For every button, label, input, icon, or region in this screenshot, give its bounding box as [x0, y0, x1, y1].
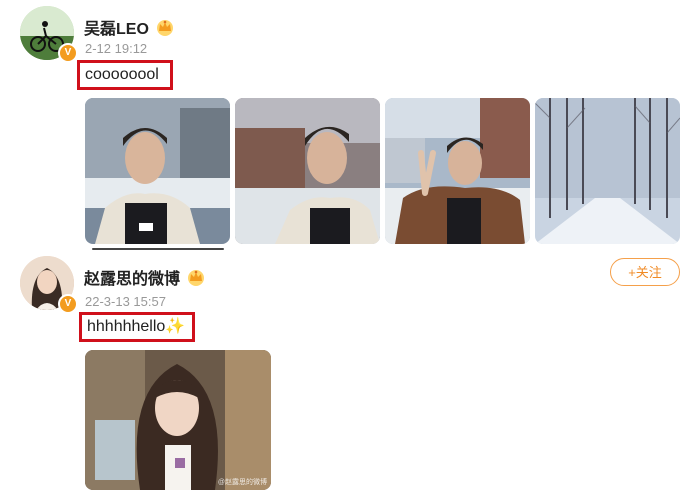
post-image[interactable] [385, 98, 530, 244]
username[interactable]: 吴磊LEO [84, 15, 175, 39]
feed-page: V 吴磊LEO 2-12 19:12 coooooool V 赵露思的微博 22… [0, 0, 700, 500]
photo-snowy-street-icon [535, 98, 680, 244]
username-text[interactable]: 吴磊LEO [84, 15, 149, 39]
photo-portrait-icon [85, 98, 230, 244]
image-scroll-indicator [92, 248, 224, 250]
post-image[interactable] [85, 98, 230, 244]
image-watermark: @赵露思的微博 [217, 479, 267, 486]
follow-button[interactable]: +关注 [610, 258, 680, 286]
username-text[interactable]: 赵露思的微博 [84, 265, 180, 289]
post-content-highlighted: coooooool [77, 60, 173, 90]
verified-badge-icon: V [58, 294, 78, 314]
crown-icon [188, 270, 205, 286]
post-image[interactable]: @赵露思的微博 [85, 350, 271, 490]
sparkle-icon: ✨ [165, 318, 186, 335]
post-card: V 吴磊LEO 2-12 19:12 coooooool [0, 0, 700, 250]
photo-portrait-icon [235, 98, 380, 244]
post-timestamp[interactable]: 2-12 19:12 [85, 41, 147, 56]
post-timestamp[interactable]: 22-3-13 15:57 [85, 294, 166, 309]
post-text: hhhhhhello [87, 318, 166, 335]
post-image[interactable] [235, 98, 380, 244]
username[interactable]: 赵露思的微博 [84, 265, 206, 289]
post-text: coooooool [85, 66, 159, 83]
post-image[interactable] [535, 98, 680, 244]
crown-icon [156, 20, 173, 36]
post-card: V 赵露思的微博 22-3-13 15:57 +关注 hhhhhhello✨ @… [0, 252, 700, 500]
verified-badge-icon: V [58, 43, 78, 63]
post-content-highlighted: hhhhhhello✨ [79, 312, 195, 342]
photo-selfie-icon [85, 350, 271, 490]
photo-peace-sign-icon [385, 98, 530, 244]
